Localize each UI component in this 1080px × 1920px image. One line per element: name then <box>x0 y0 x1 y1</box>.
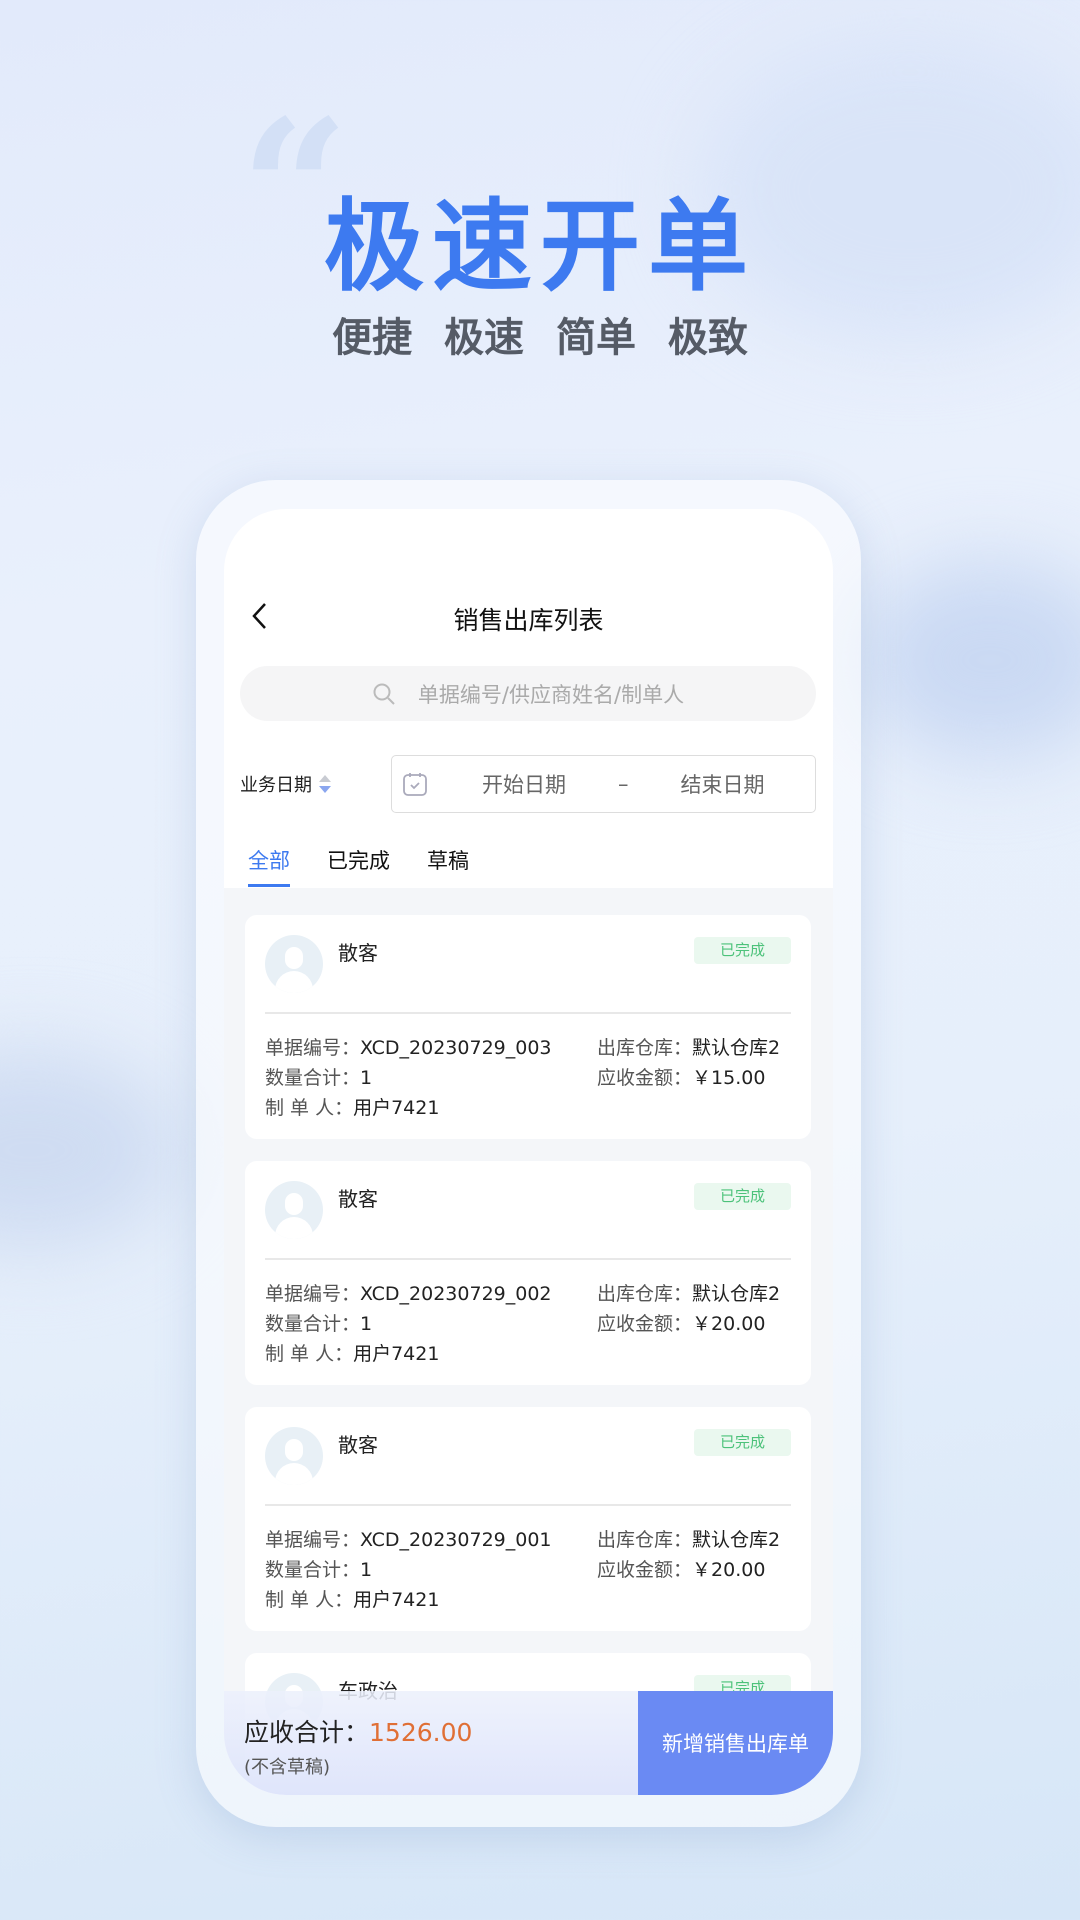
divider <box>265 1258 791 1260</box>
maker: 制 单 人：用户7421 <box>265 1097 440 1119</box>
date-sort[interactable]: 业务日期 <box>240 771 332 797</box>
warehouse: 出库仓库：默认仓库2 <box>597 1529 781 1551</box>
total-label: 应收合计： <box>244 1718 370 1747</box>
total: 应收合计：1526.00 <box>244 1713 472 1749</box>
date-filter-label: 业务日期 <box>240 775 312 796</box>
customer-name: 散客 <box>338 1187 378 1211</box>
order-card[interactable]: 散客 已完成 单据编号：XCD_20230729_001 数量合计：1 制 单 … <box>245 1407 811 1631</box>
customer-name: 散客 <box>338 1433 378 1457</box>
status-badge: 已完成 <box>694 1429 791 1456</box>
date-separator: – <box>618 772 629 796</box>
header-area: 销售出库列表 单据编号/供应商姓名/制单人 业务日期 开始日期 – 结束日期 全… <box>224 509 833 888</box>
status-badge: 已完成 <box>694 937 791 964</box>
start-date[interactable]: 开始日期 <box>482 769 566 799</box>
status-tabs: 全部 已完成 草稿 <box>248 845 469 887</box>
footer-bar: 应收合计：1526.00 (不含草稿) 新增销售出库单 <box>224 1691 833 1795</box>
quantity: 数量合计：1 <box>265 1559 373 1581</box>
hero-subtitle: 便捷 极速 简单 极致 <box>332 315 748 361</box>
search-input[interactable]: 单据编号/供应商姓名/制单人 <box>240 666 816 721</box>
avatar <box>265 1181 323 1239</box>
order-no: 单据编号：XCD_20230729_003 <box>265 1037 552 1059</box>
add-sales-outbound-button[interactable]: 新增销售出库单 <box>638 1691 833 1795</box>
warehouse: 出库仓库：默认仓库2 <box>597 1283 781 1305</box>
calendar-icon <box>403 773 427 796</box>
date-range-picker[interactable]: 开始日期 – 结束日期 <box>391 755 816 813</box>
amount: 应收金额：￥15.00 <box>597 1067 766 1089</box>
avatar <box>265 935 323 993</box>
tab-completed[interactable]: 已完成 <box>327 845 390 875</box>
maker: 制 单 人：用户7421 <box>265 1589 440 1611</box>
quantity: 数量合计：1 <box>265 1313 373 1335</box>
amount: 应收金额：￥20.00 <box>597 1559 766 1581</box>
order-no: 单据编号：XCD_20230729_001 <box>265 1529 552 1551</box>
warehouse: 出库仓库：默认仓库2 <box>597 1037 781 1059</box>
tab-all[interactable]: 全部 <box>248 845 290 887</box>
sort-icon <box>319 775 331 793</box>
page-title: 销售出库列表 <box>453 606 604 635</box>
divider <box>265 1504 791 1506</box>
avatar <box>265 1427 323 1485</box>
status-badge: 已完成 <box>694 1183 791 1210</box>
phone-screen: 销售出库列表 单据编号/供应商姓名/制单人 业务日期 开始日期 – 结束日期 全… <box>224 509 833 1795</box>
order-no: 单据编号：XCD_20230729_002 <box>265 1283 552 1305</box>
total-note: (不含草稿) <box>244 1757 331 1778</box>
search-icon <box>373 683 395 705</box>
divider <box>265 1012 791 1014</box>
customer-name: 散客 <box>338 941 378 965</box>
end-date[interactable]: 结束日期 <box>681 769 765 799</box>
quantity: 数量合计：1 <box>265 1067 373 1089</box>
tab-draft[interactable]: 草稿 <box>427 845 469 875</box>
hero-title: 极速开单 <box>324 188 756 305</box>
order-card[interactable]: 散客 已完成 单据编号：XCD_20230729_003 数量合计：1 制 单 … <box>245 915 811 1139</box>
amount: 应收金额：￥20.00 <box>597 1313 766 1335</box>
search-placeholder: 单据编号/供应商姓名/制单人 <box>417 682 685 707</box>
maker: 制 单 人：用户7421 <box>265 1343 440 1365</box>
total-value: 1526.00 <box>369 1718 473 1747</box>
order-card[interactable]: 散客 已完成 单据编号：XCD_20230729_002 数量合计：1 制 单 … <box>245 1161 811 1385</box>
